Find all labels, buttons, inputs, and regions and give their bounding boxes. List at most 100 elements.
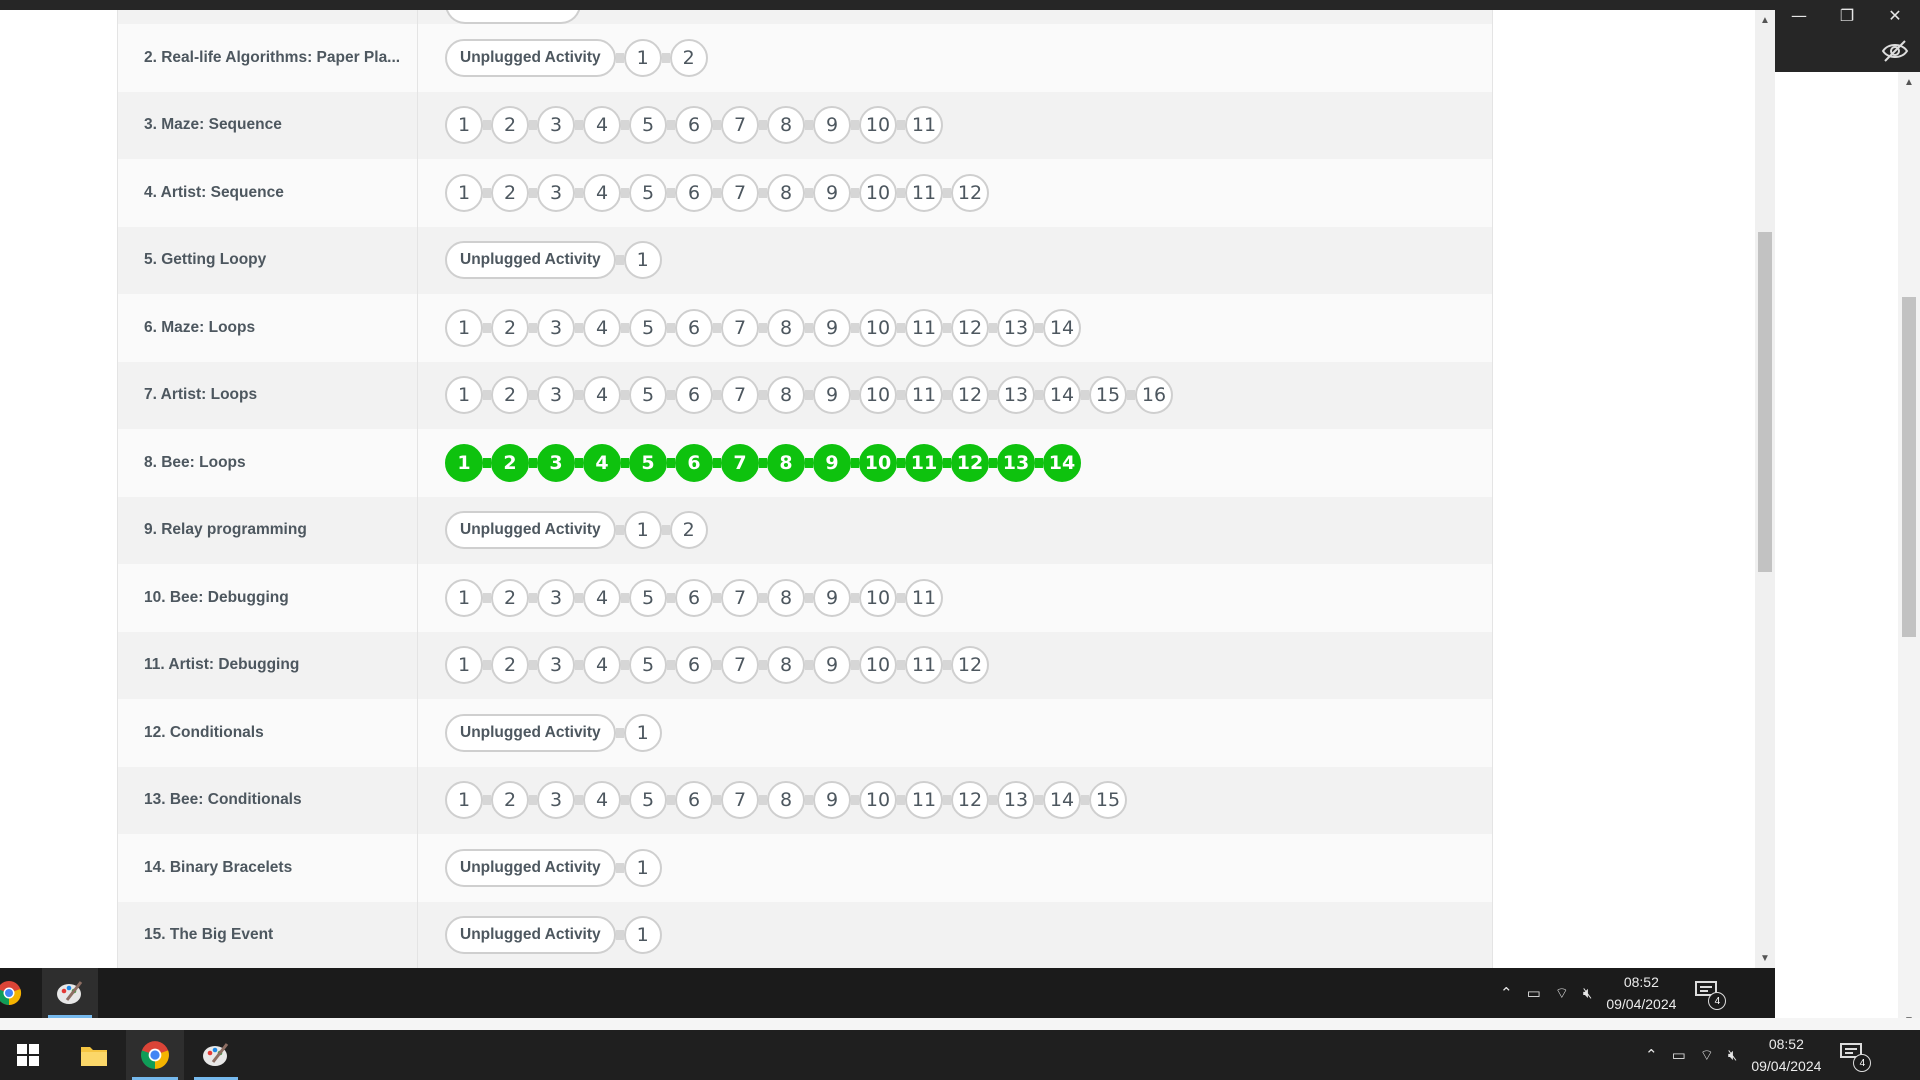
clock[interactable]: 08:52 09/04/2024: [1606, 971, 1676, 1015]
level-bubble[interactable]: 1: [623, 848, 662, 887]
level-bubble[interactable]: 6: [675, 781, 713, 820]
lesson-name[interactable]: 10. Bee: Debugging: [118, 564, 418, 632]
level-bubble[interactable]: 13: [997, 308, 1035, 347]
chevron-up-icon[interactable]: ⌃: [1500, 984, 1513, 1002]
close-button[interactable]: ✕: [1871, 0, 1919, 30]
level-bubble[interactable]: 1: [445, 646, 483, 685]
level-bubble[interactable]: 2: [491, 308, 529, 347]
level-bubble[interactable]: 6: [675, 578, 713, 617]
level-bubble[interactable]: 1: [623, 38, 662, 77]
restore-button[interactable]: ❐: [1823, 0, 1871, 30]
level-bubble[interactable]: 7: [721, 376, 759, 415]
level-bubble[interactable]: 1: [445, 173, 483, 212]
level-bubble[interactable]: 11: [905, 443, 943, 482]
scroll-up-arrow-icon[interactable]: ▲: [1755, 12, 1775, 28]
lesson-name[interactable]: 7. Artist: Loops: [118, 361, 418, 429]
level-bubble[interactable]: 3: [537, 173, 575, 212]
level-bubble[interactable]: 1: [623, 511, 662, 550]
unplugged-activity-pill[interactable]: Unplugged Activity: [445, 916, 616, 955]
scrollbar-thumb[interactable]: [1758, 232, 1772, 572]
level-bubble[interactable]: 7: [721, 443, 759, 482]
lesson-name[interactable]: 5. Getting Loopy: [118, 226, 418, 294]
level-bubble[interactable]: 8: [767, 308, 805, 347]
lesson-name[interactable]: 4. Artist: Sequence: [118, 159, 418, 227]
level-bubble[interactable]: 4: [583, 646, 621, 685]
level-bubble[interactable]: 7: [721, 646, 759, 685]
level-bubble[interactable]: 14: [1043, 781, 1081, 820]
level-bubble[interactable]: 7: [721, 173, 759, 212]
outer-scrollbar[interactable]: ▲ ▼: [1898, 72, 1920, 1030]
level-bubble[interactable]: 10: [859, 376, 897, 415]
lesson-name[interactable]: 6. Maze: Loops: [118, 294, 418, 362]
unplugged-activity-pill[interactable]: Unplugged Activity: [445, 713, 616, 752]
unplugged-activity-pill[interactable]: Unplugged Activity: [445, 511, 616, 550]
minimize-button[interactable]: —: [1775, 0, 1823, 30]
scroll-down-arrow-icon[interactable]: ▼: [1755, 950, 1775, 966]
level-bubble[interactable]: 2: [491, 646, 529, 685]
level-bubble[interactable]: 3: [537, 443, 575, 482]
level-bubble[interactable]: 7: [721, 578, 759, 617]
level-bubble[interactable]: 12: [951, 646, 989, 685]
page-scrollbar[interactable]: ▲ ▼: [1755, 10, 1775, 968]
level-bubble[interactable]: 2: [491, 578, 529, 617]
battery-icon[interactable]: ▭: [1672, 1046, 1686, 1064]
outer-scroll-up-arrow-icon[interactable]: ▲: [1898, 74, 1920, 90]
level-bubble[interactable]: 5: [629, 308, 667, 347]
level-bubble[interactable]: 9: [813, 781, 851, 820]
chevron-up-icon[interactable]: ⌃: [1645, 1046, 1658, 1064]
taskbar-paint-button-local[interactable]: [188, 1030, 244, 1080]
level-bubble[interactable]: 4: [583, 578, 621, 617]
taskbar-paint-button[interactable]: [42, 968, 98, 1018]
level-bubble[interactable]: 1: [445, 308, 483, 347]
lesson-name[interactable]: 14. Binary Bracelets: [118, 834, 418, 902]
outer-scrollbar-thumb[interactable]: [1902, 297, 1916, 637]
taskbar-file-explorer-button[interactable]: [66, 1030, 122, 1080]
level-bubble[interactable]: 2: [491, 443, 529, 482]
level-bubble[interactable]: 6: [675, 443, 713, 482]
level-bubble[interactable]: 10: [859, 578, 897, 617]
level-bubble[interactable]: 4: [583, 106, 621, 145]
lesson-name[interactable]: 12. Conditionals: [118, 699, 418, 767]
level-bubble[interactable]: 4: [583, 443, 621, 482]
lesson-name[interactable]: 13. Bee: Conditionals: [118, 766, 418, 834]
level-bubble[interactable]: 8: [767, 781, 805, 820]
lesson-name[interactable]: 11. Artist: Debugging: [118, 631, 418, 699]
level-bubble[interactable]: 1: [445, 376, 483, 415]
level-bubble[interactable]: 12: [951, 443, 989, 482]
lesson-name[interactable]: 15. The Big Event: [118, 901, 418, 968]
level-bubble[interactable]: 11: [905, 308, 943, 347]
level-bubble[interactable]: 3: [537, 106, 575, 145]
level-bubble[interactable]: 12: [951, 781, 989, 820]
level-bubble[interactable]: 1: [445, 443, 483, 482]
level-bubble[interactable]: 6: [675, 646, 713, 685]
wifi-icon[interactable]: ⌔: [1700, 1046, 1714, 1065]
notifications-button-local[interactable]: 4: [1839, 1042, 1872, 1072]
level-bubble[interactable]: 2: [491, 173, 529, 212]
level-bubble[interactable]: 12: [951, 376, 989, 415]
level-bubble[interactable]: 6: [675, 106, 713, 145]
taskbar-chrome-button-local[interactable]: [126, 1030, 184, 1080]
level-bubble[interactable]: 6: [675, 376, 713, 415]
level-bubble[interactable]: 10: [859, 106, 897, 145]
unplugged-activity-pill[interactable]: Unplugged Activity: [445, 241, 616, 280]
level-bubble[interactable]: 5: [629, 106, 667, 145]
level-bubble[interactable]: 9: [813, 376, 851, 415]
level-bubble[interactable]: 7: [721, 308, 759, 347]
level-bubble[interactable]: 9: [813, 106, 851, 145]
level-bubble[interactable]: 5: [629, 376, 667, 415]
level-bubble[interactable]: 4: [583, 308, 621, 347]
level-bubble[interactable]: 9: [813, 173, 851, 212]
hide-eye-icon[interactable]: [1880, 38, 1910, 64]
lesson-name[interactable]: 2. Real-life Algorithms: Paper Pla...: [118, 24, 418, 92]
lesson-name[interactable]: 3. Maze: Sequence: [118, 91, 418, 159]
level-bubble[interactable]: 4: [583, 173, 621, 212]
mute-speaker-icon[interactable]: 🔇︎: [1728, 1046, 1737, 1064]
level-bubble[interactable]: 4: [583, 781, 621, 820]
level-bubble[interactable]: 1: [623, 713, 662, 752]
level-bubble[interactable]: 8: [767, 443, 805, 482]
level-bubble[interactable]: 15: [1089, 781, 1127, 820]
level-bubble[interactable]: 13: [997, 443, 1035, 482]
start-button[interactable]: [0, 1030, 56, 1080]
level-bubble[interactable]: 14: [1043, 443, 1081, 482]
notifications-button[interactable]: 4: [1694, 980, 1727, 1010]
